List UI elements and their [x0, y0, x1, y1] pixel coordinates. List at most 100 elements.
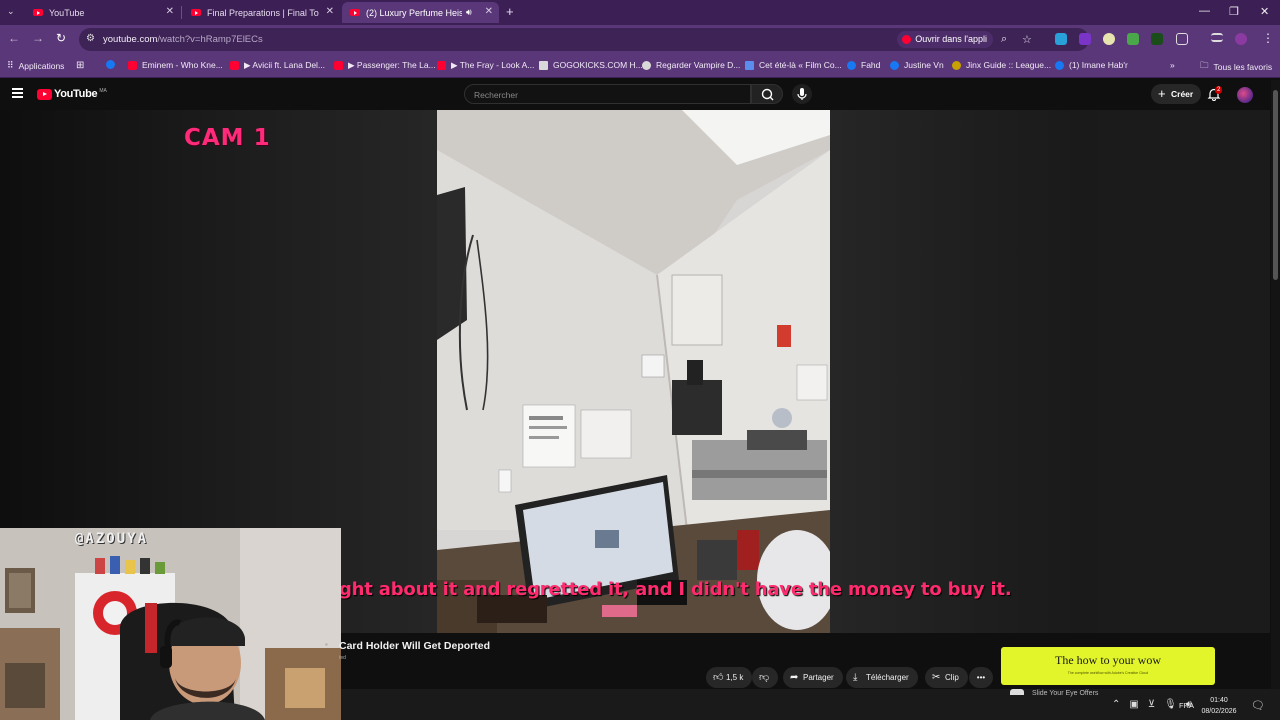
folder-icon: 🗀︎	[1200, 60, 1209, 70]
bookmark-star-icon[interactable]: ☆	[1022, 33, 1032, 46]
notification-center-icon[interactable]: 🗨︎	[1251, 699, 1265, 712]
bookmark-applications[interactable]: ⠿ Applications	[7, 60, 64, 71]
extension-translate-icon[interactable]	[1055, 33, 1067, 45]
bookmark-label: ▶ The Fray - Look A...	[451, 60, 535, 70]
tab-final-preparations[interactable]: Final Preparations | Final Touch ✕	[183, 2, 340, 23]
cam-label: CAM 1	[184, 125, 271, 151]
address-bar[interactable]: ⚙ youtube.com/watch?v=hRamp7ElECs Ouvrir…	[79, 28, 1089, 51]
microphone-tray-icon[interactable]: 🎙︎	[1164, 699, 1177, 710]
browser-menu-icon[interactable]: ⋮	[1262, 31, 1274, 45]
youtube-favicon-icon	[902, 35, 912, 44]
search-input[interactable]	[465, 86, 750, 104]
youtube-play-icon	[37, 88, 52, 100]
clip-button[interactable]: ✂ Clip	[925, 667, 968, 688]
youtube-icon	[230, 61, 239, 70]
bookmark-passenger[interactable]: ▶ Passenger: The La...	[334, 60, 436, 71]
taskbar-clock[interactable]: 01:40 08/02/2026	[1199, 695, 1239, 717]
webcam-scene	[0, 528, 341, 720]
extension-purple-icon[interactable]	[1079, 33, 1091, 45]
search-box[interactable]	[464, 84, 751, 104]
url-text[interactable]: youtube.com/watch?v=hRamp7ElECs	[103, 34, 263, 45]
tray-overflow-icon[interactable]: ⌃	[1112, 699, 1120, 710]
extension-light-icon[interactable]	[1103, 33, 1115, 45]
bookmark-vampire[interactable]: Regarder Vampire D...	[642, 60, 740, 70]
download-button[interactable]: ⤓ Télécharger	[846, 667, 918, 688]
video-title-continuation: ted	[339, 655, 346, 661]
tab-youtube[interactable]: YouTube ✕	[25, 2, 180, 23]
extensions-puzzle-icon[interactable]	[1176, 33, 1188, 45]
back-arrow-icon[interactable]: ←	[8, 31, 20, 45]
tray-app-icon[interactable]: ▣	[1129, 699, 1138, 710]
youtube-favicon-icon	[191, 9, 201, 16]
site-info-icon[interactable]: ⚙	[86, 33, 95, 44]
bookmark-label: Justine Vn	[904, 60, 944, 70]
bookmark-grid[interactable]: ⊞	[76, 60, 84, 71]
page-scrollbar[interactable]	[1271, 80, 1280, 720]
close-tab-icon[interactable]: ✕	[326, 6, 334, 17]
bookmark-justine[interactable]: Justine Vn	[890, 60, 944, 70]
bookmark-the-fray[interactable]: ▶ The Fray - Look A...	[437, 60, 534, 71]
scissors-icon: ✂	[932, 672, 941, 683]
extension-dark-icon[interactable]	[1151, 33, 1163, 45]
bookmark-eminem[interactable]: Eminem - Who Kne...	[128, 60, 223, 70]
search-button[interactable]	[751, 84, 783, 104]
bookmark-fahd[interactable]: Fahd	[847, 60, 880, 70]
account-avatar[interactable]	[1237, 87, 1253, 103]
zoom-icon[interactable]: ⌕	[1001, 33, 1007, 46]
youtube-logo[interactable]: YouTube MA	[37, 88, 107, 100]
youtube-header: YouTube MA + Créer	[0, 79, 1280, 109]
ad-banner[interactable]: The how to your wow The complete workflo…	[1001, 647, 1215, 685]
reading-list-icon[interactable]	[1211, 33, 1223, 42]
tab-label: (2) Luxury Perfume Heist at	[366, 7, 462, 18]
close-tab-icon[interactable]: ✕	[485, 6, 493, 17]
scrollbar-thumb[interactable]	[1273, 90, 1278, 280]
microphone-icon	[797, 88, 807, 100]
new-tab-button[interactable]: +	[506, 4, 514, 19]
tab-luxury-perfume-heist[interactable]: (2) Luxury Perfume Heist at 🔊︎ ✕	[342, 2, 499, 23]
bookmarks-overflow-button[interactable]: »	[1170, 60, 1175, 70]
close-window-icon[interactable]: ✕	[1260, 5, 1269, 18]
bookmark-cet-ete[interactable]: Cet été-là « Film Co...	[745, 60, 842, 70]
close-tab-icon[interactable]: ✕	[166, 6, 174, 17]
bookmark-label: ▶ Passenger: The La...	[348, 60, 436, 70]
reload-icon[interactable]: ↻	[56, 31, 66, 45]
tab-label: Final Preparations | Final Touch	[207, 7, 319, 18]
bookmark-imane[interactable]: (1) Imane Hab'r	[1055, 60, 1128, 70]
bookmark-jinx-guide[interactable]: Jinx Guide :: League...	[952, 60, 1051, 70]
extension-green-icon[interactable]	[1127, 33, 1139, 45]
bookmark-label: Applications	[18, 60, 65, 71]
url-path: /watch?v=hRamp7ElECs	[157, 34, 263, 45]
more-actions-button[interactable]: •••	[969, 667, 993, 688]
video-menu-icon[interactable]: ▪	[325, 640, 328, 649]
tab-divider	[181, 6, 182, 19]
forward-arrow-icon[interactable]: →	[32, 31, 44, 45]
input-language[interactable]: FRA	[1179, 701, 1194, 710]
tab-list-chevron-icon[interactable]: ⌄	[7, 6, 15, 17]
ad-sponsor-line: Slide Your Eye Offers	[1010, 689, 1210, 697]
clock-date: 08/02/2026	[1201, 708, 1237, 715]
all-bookmarks-button[interactable]: 🗀︎ Tous les favoris	[1200, 60, 1272, 74]
bookmark-label: (1) Imane Hab'r	[1069, 60, 1128, 70]
voice-search-button[interactable]	[792, 84, 812, 104]
youtube-icon	[334, 61, 343, 70]
hamburger-menu-icon[interactable]	[12, 88, 23, 100]
dislike-button[interactable]: 👎︎	[752, 667, 778, 688]
bookmark-gogokicks[interactable]: GOGOKICKS.COM H...	[539, 60, 643, 70]
bookmark-facebook[interactable]	[106, 60, 120, 69]
create-button[interactable]: + Créer	[1151, 84, 1202, 104]
minimize-window-icon[interactable]: —	[1199, 5, 1210, 17]
browser-toolbar: ← → ↻ ⚙ youtube.com/watch?v=hRamp7ElECs …	[0, 25, 1280, 54]
usb-icon[interactable]: ⊻	[1148, 699, 1155, 710]
video-subtitle: ght about it and regretted it, and I did…	[339, 579, 1012, 600]
download-label: Télécharger	[866, 673, 909, 682]
bookmark-avicii[interactable]: ▶ Avicii ft. Lana Del...	[230, 60, 325, 71]
like-button[interactable]: 👍︎ 1,5 k	[706, 667, 753, 688]
thumbs-up-icon: 👍︎	[713, 672, 724, 683]
open-in-app-button[interactable]: Ouvrir dans l'appli	[897, 31, 993, 48]
ad-subtext: The complete workflow with Adobe's Creat…	[1067, 671, 1149, 675]
share-button[interactable]: ➦ Partager	[783, 667, 843, 688]
profile-avatar-icon[interactable]	[1235, 33, 1247, 45]
speaker-icon[interactable]: 🔊︎	[466, 7, 472, 18]
restore-window-icon[interactable]: ❐	[1229, 5, 1239, 18]
more-dots-icon: •••	[976, 673, 986, 682]
